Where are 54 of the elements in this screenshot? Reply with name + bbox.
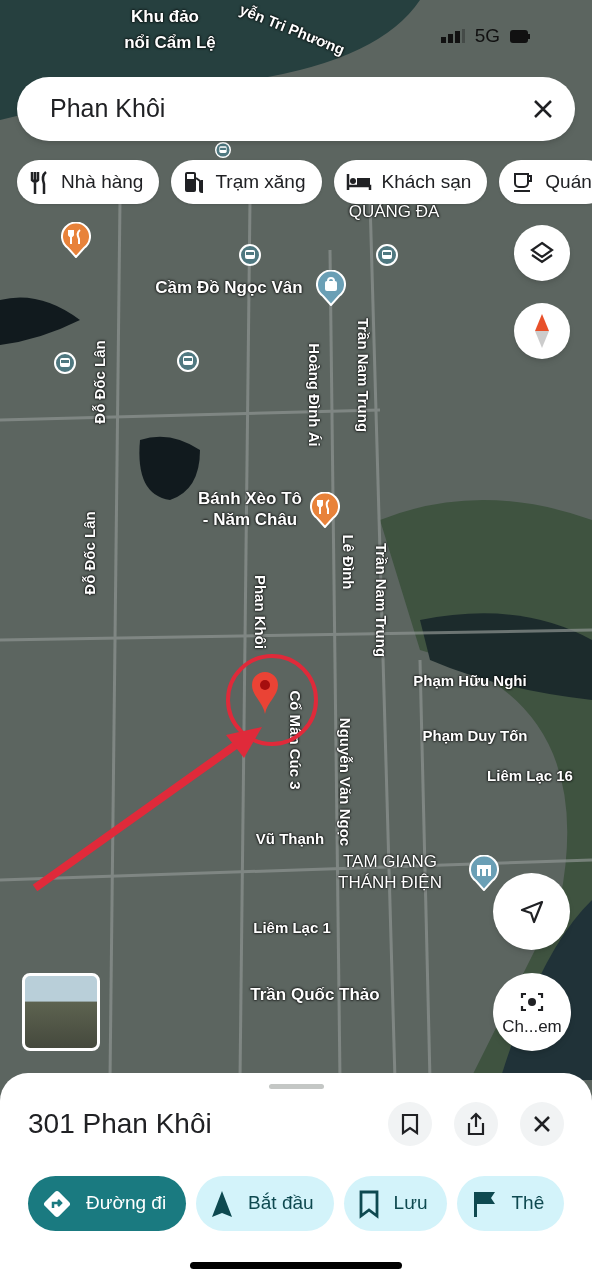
street-view-thumbnail[interactable] (22, 973, 100, 1051)
street-label: Hoàng Đình Ái (305, 343, 324, 447)
street-label: Đỗ Đốc Lân (80, 511, 99, 595)
place-label: nổi Cẩm Lệ (124, 32, 216, 54)
street-label: Liêm Lạc 16 (487, 766, 573, 786)
street-label: Phạm Hữu Nghi (413, 671, 527, 691)
action-chip[interactable]: Lưu (343, 1176, 448, 1231)
action-chip[interactable]: Thê (457, 1176, 565, 1231)
share-icon (466, 1112, 486, 1136)
area-label: QUẢNG ĐA (348, 201, 440, 223)
restaurant-icon[interactable] (61, 222, 91, 258)
category-chip[interactable]: Nhà hàng (17, 160, 160, 204)
street-label: Trần Nam Trung (372, 542, 391, 658)
restaurant-icon[interactable] (310, 492, 340, 528)
action-chip[interactable]: Đường đi (28, 1176, 187, 1231)
layers-icon (529, 240, 555, 266)
street-label: Nguyễn Văn Ngọc (336, 717, 355, 847)
close-icon (533, 1115, 551, 1133)
area-label: TAM GIANG THÁNH ĐIỆN (338, 850, 442, 894)
place-label: Khu đảo (131, 6, 199, 28)
place-label: Cầm Đồ Ngọc Vân (155, 277, 303, 299)
place-label: Bánh Xèo Tô - Năm Châu (198, 487, 302, 531)
bed-icon (345, 172, 372, 192)
bookmark-icon (357, 1188, 380, 1219)
place-label: Trần Quốc Thảo (250, 984, 380, 1006)
bookmark-icon (401, 1113, 419, 1135)
street-label: Liêm Lạc 1 (253, 918, 331, 938)
street-label: Đỗ Đốc Lân (90, 340, 109, 424)
search-field[interactable]: Phan Khôi (17, 77, 575, 141)
network-type: 5G (474, 24, 500, 48)
fuel-pump-icon (183, 170, 206, 194)
street-label: Phạm Duy Tốn (422, 726, 528, 746)
bus-stop-icon[interactable] (215, 142, 231, 158)
bookmark-button[interactable] (388, 1102, 432, 1146)
temple-icon[interactable] (469, 855, 499, 891)
category-chip[interactable]: Quán (499, 160, 592, 204)
lake-drawing (139, 436, 200, 500)
drag-handle[interactable] (268, 1084, 324, 1089)
street-label: Phan Khôi (251, 574, 270, 650)
shopping-bag-icon[interactable] (316, 270, 346, 306)
close-button[interactable] (520, 1102, 564, 1146)
street-label: Trần Nam Trung (354, 317, 373, 433)
street-label: Lê Đình (339, 534, 358, 590)
search-text: Phan Khôi (50, 93, 167, 125)
navigation-arrow-icon (518, 898, 545, 925)
street-label: Vũ Thạnh (255, 829, 325, 849)
street-label: Cổ Mân Cúc 3 (286, 690, 305, 790)
place-title: 301 Phan Khôi (28, 1107, 213, 1141)
signal-icon (440, 29, 465, 44)
compass-icon (534, 314, 550, 348)
category-chip[interactable]: Trạm xăng (171, 160, 322, 204)
action-chip[interactable]: Bắt đầu (196, 1176, 334, 1231)
category-chip[interactable]: Khách sạn (333, 160, 488, 204)
share-button[interactable] (454, 1102, 498, 1146)
